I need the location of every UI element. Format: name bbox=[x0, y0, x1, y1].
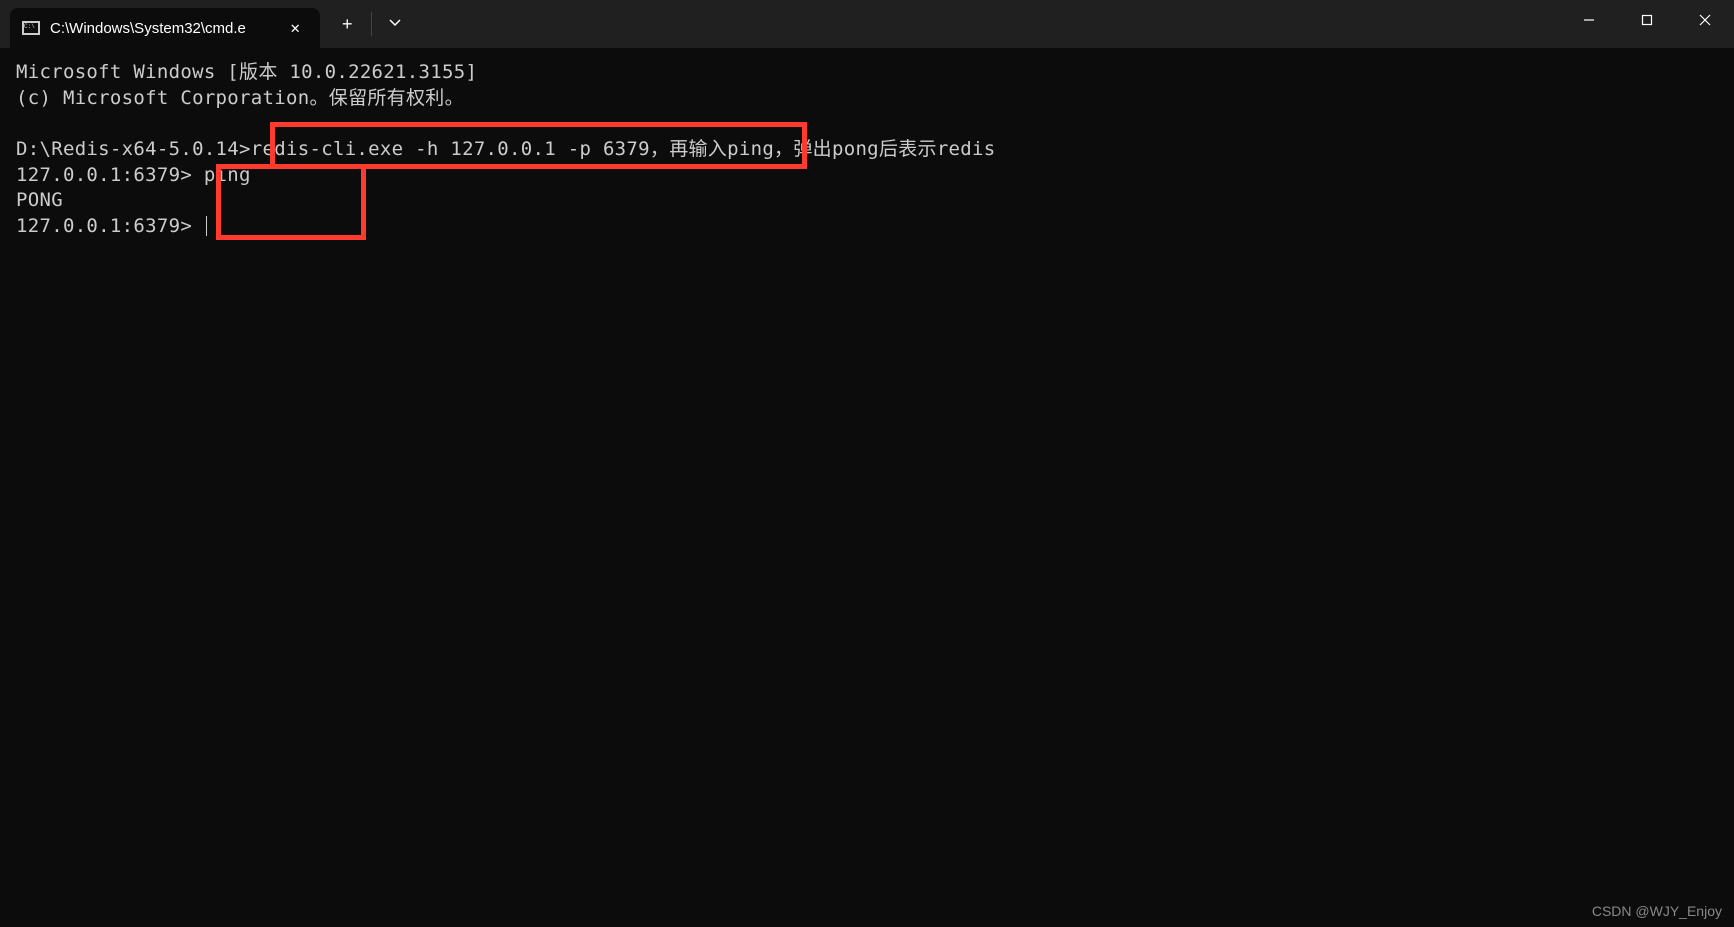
minimize-icon bbox=[1583, 14, 1595, 26]
terminal-line: (c) Microsoft Corporation。保留所有权利。 bbox=[16, 87, 464, 109]
tab-actions: + bbox=[328, 6, 414, 43]
cmd-icon bbox=[22, 21, 40, 35]
terminal-line: Microsoft Windows [版本 10.0.22621.3155] bbox=[16, 61, 477, 83]
active-tab[interactable]: C:\Windows\System32\cmd.e ✕ bbox=[10, 8, 320, 48]
watermark: CSDN @WJY_Enjoy bbox=[1592, 903, 1722, 919]
close-window-button[interactable] bbox=[1676, 0, 1734, 40]
terminal-prompt: 127.0.0.1:6379> bbox=[16, 215, 204, 237]
new-tab-button[interactable]: + bbox=[328, 6, 367, 43]
tab-close-button[interactable]: ✕ bbox=[282, 14, 308, 42]
cursor bbox=[206, 216, 207, 236]
terminal-output[interactable]: Microsoft Windows [版本 10.0.22621.3155] (… bbox=[0, 48, 1734, 251]
minimize-button[interactable] bbox=[1560, 0, 1618, 40]
maximize-icon bbox=[1641, 14, 1653, 26]
tab-title: C:\Windows\System32\cmd.e bbox=[50, 20, 282, 37]
terminal-line: PONG bbox=[16, 189, 63, 211]
close-icon bbox=[1699, 14, 1711, 26]
terminal-line: D:\Redis-x64-5.0.14>redis-cli.exe -h 127… bbox=[16, 138, 996, 160]
window-controls bbox=[1560, 0, 1734, 48]
chevron-down-icon bbox=[388, 15, 402, 29]
tab-dropdown-button[interactable] bbox=[376, 7, 414, 42]
titlebar: C:\Windows\System32\cmd.e ✕ + bbox=[0, 0, 1734, 48]
maximize-button[interactable] bbox=[1618, 0, 1676, 40]
tab-divider bbox=[371, 12, 372, 36]
terminal-line: 127.0.0.1:6379> ping bbox=[16, 164, 251, 186]
